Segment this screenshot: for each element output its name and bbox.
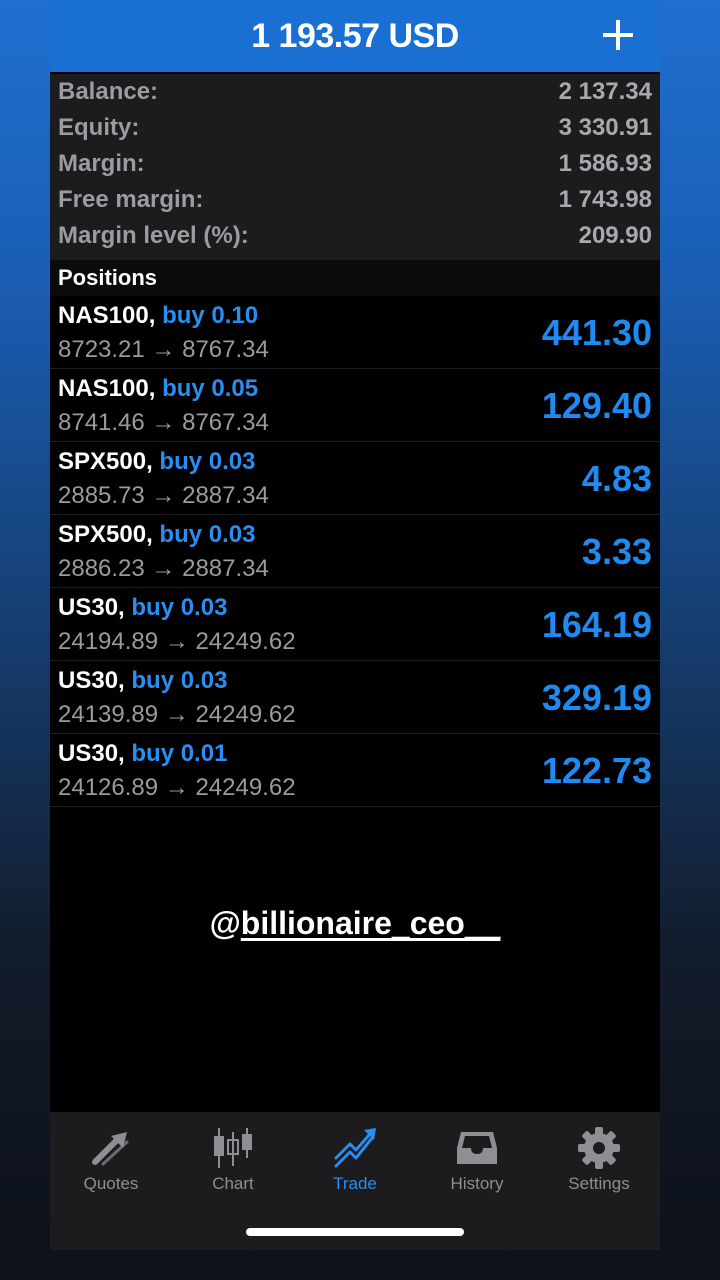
position-symbol: US30, [58, 740, 125, 767]
position-profit: 164.19 [541, 604, 652, 645]
position-symbol: SPX500, [58, 521, 153, 548]
tab-trade[interactable]: Trade [294, 1112, 416, 1212]
position-header: SPX500, buy 0.03 [58, 521, 255, 549]
position-header: US30, buy 0.03 [58, 594, 227, 622]
tab-label: Settings [568, 1174, 630, 1193]
position-header: NAS100, buy 0.05 [58, 375, 258, 403]
tab-settings[interactable]: Settings [538, 1112, 660, 1212]
account-balance-title: 1 193.57 USD [251, 16, 459, 55]
phone-screen: 1 193.57 USD Balance: 2 137.34 Equity: 3… [50, 0, 660, 1250]
inbox-history-icon [416, 1124, 538, 1172]
position-row[interactable]: NAS100, buy 0.10 8723.21 → 8767.34 441.3… [50, 296, 660, 369]
position-symbol: US30, [58, 594, 125, 621]
position-symbol: US30, [58, 667, 125, 694]
position-side: buy 0.03 [131, 594, 228, 621]
summary-row-margin: Margin: 1 586.93 [50, 146, 660, 182]
position-side: buy 0.03 [159, 521, 256, 548]
position-side: buy 0.05 [162, 375, 259, 402]
position-prices: 8723.21 → 8767.34 [58, 336, 269, 363]
position-profit: 3.33 [581, 531, 652, 572]
plus-icon[interactable] [598, 14, 638, 54]
tab-label: Chart [212, 1174, 254, 1193]
summary-value: 1 586.93 [558, 150, 652, 177]
summary-row-margin-level: Margin level (%): 209.90 [50, 218, 660, 254]
summary-value: 1 743.98 [558, 186, 652, 213]
summary-row-equity: Equity: 3 330.91 [50, 110, 660, 146]
position-header: US30, buy 0.03 [58, 667, 227, 695]
tab-quotes[interactable]: Quotes [50, 1112, 172, 1212]
position-prices: 24194.89 → 24249.62 [58, 628, 296, 655]
summary-label: Free margin: [58, 186, 204, 213]
position-prices: 24139.89 → 24249.62 [58, 701, 296, 728]
position-prices: 2885.73 → 2887.34 [58, 482, 269, 509]
trade-trend-icon [294, 1124, 416, 1172]
candlestick-chart-icon [172, 1124, 294, 1172]
home-indicator[interactable] [246, 1228, 464, 1236]
position-row[interactable]: US30, buy 0.03 24194.89 → 24249.62 164.1… [50, 588, 660, 661]
position-prices: 24126.89 → 24249.62 [58, 774, 296, 801]
position-prices: 8741.46 → 8767.34 [58, 409, 269, 436]
watermark-name: billionaire_ceo__ [240, 905, 501, 941]
position-header: US30, buy 0.01 [58, 740, 227, 768]
position-prices: 2886.23 → 2887.34 [58, 555, 269, 582]
positions-list: NAS100, buy 0.10 8723.21 → 8767.34 441.3… [50, 296, 660, 807]
gear-icon [538, 1124, 660, 1172]
summary-label: Margin level (%): [58, 222, 249, 249]
watermark-at: @ [209, 905, 241, 941]
tab-history[interactable]: History [416, 1112, 538, 1212]
position-side: buy 0.10 [162, 302, 259, 329]
position-row[interactable]: US30, buy 0.03 24139.89 → 24249.62 329.1… [50, 661, 660, 734]
summary-label: Balance: [58, 78, 159, 105]
summary-row-balance: Balance: 2 137.34 [50, 74, 660, 110]
position-header: SPX500, buy 0.03 [58, 448, 255, 476]
position-row[interactable]: NAS100, buy 0.05 8741.46 → 8767.34 129.4… [50, 369, 660, 442]
tab-chart[interactable]: Chart [172, 1112, 294, 1212]
position-profit: 441.30 [541, 312, 652, 353]
summary-value: 2 137.34 [558, 78, 652, 105]
tab-label: History [450, 1174, 504, 1193]
position-profit: 329.19 [541, 677, 652, 718]
positions-section-title: Positions [50, 260, 660, 296]
summary-label: Equity: [58, 114, 140, 141]
position-side: buy 0.01 [131, 740, 228, 767]
header-bar: 1 193.57 USD [50, 0, 660, 72]
account-summary: Balance: 2 137.34 Equity: 3 330.91 Margi… [50, 74, 660, 260]
tab-label: Trade [333, 1174, 377, 1193]
position-row[interactable]: SPX500, buy 0.03 2886.23 → 2887.34 3.33 [50, 515, 660, 588]
position-profit: 129.40 [541, 385, 652, 426]
position-row[interactable]: US30, buy 0.01 24126.89 → 24249.62 122.7… [50, 734, 660, 807]
summary-row-free-margin: Free margin: 1 743.98 [50, 182, 660, 218]
position-symbol: SPX500, [58, 448, 153, 475]
summary-label: Margin: [58, 150, 145, 177]
position-row[interactable]: SPX500, buy 0.03 2885.73 → 2887.34 4.83 [50, 442, 660, 515]
summary-value: 209.90 [578, 222, 652, 249]
position-side: buy 0.03 [131, 667, 228, 694]
position-header: NAS100, buy 0.10 [58, 302, 258, 330]
position-profit: 122.73 [541, 750, 652, 791]
position-symbol: NAS100, [58, 302, 156, 329]
position-side: buy 0.03 [159, 448, 256, 475]
position-symbol: NAS100, [58, 375, 156, 402]
tab-label: Quotes [83, 1174, 139, 1193]
position-profit: 4.83 [581, 458, 652, 499]
quotes-arrows-icon [50, 1124, 172, 1172]
watermark-handle: @billionaire_ceo__ [50, 905, 660, 942]
summary-value: 3 330.91 [558, 114, 652, 141]
